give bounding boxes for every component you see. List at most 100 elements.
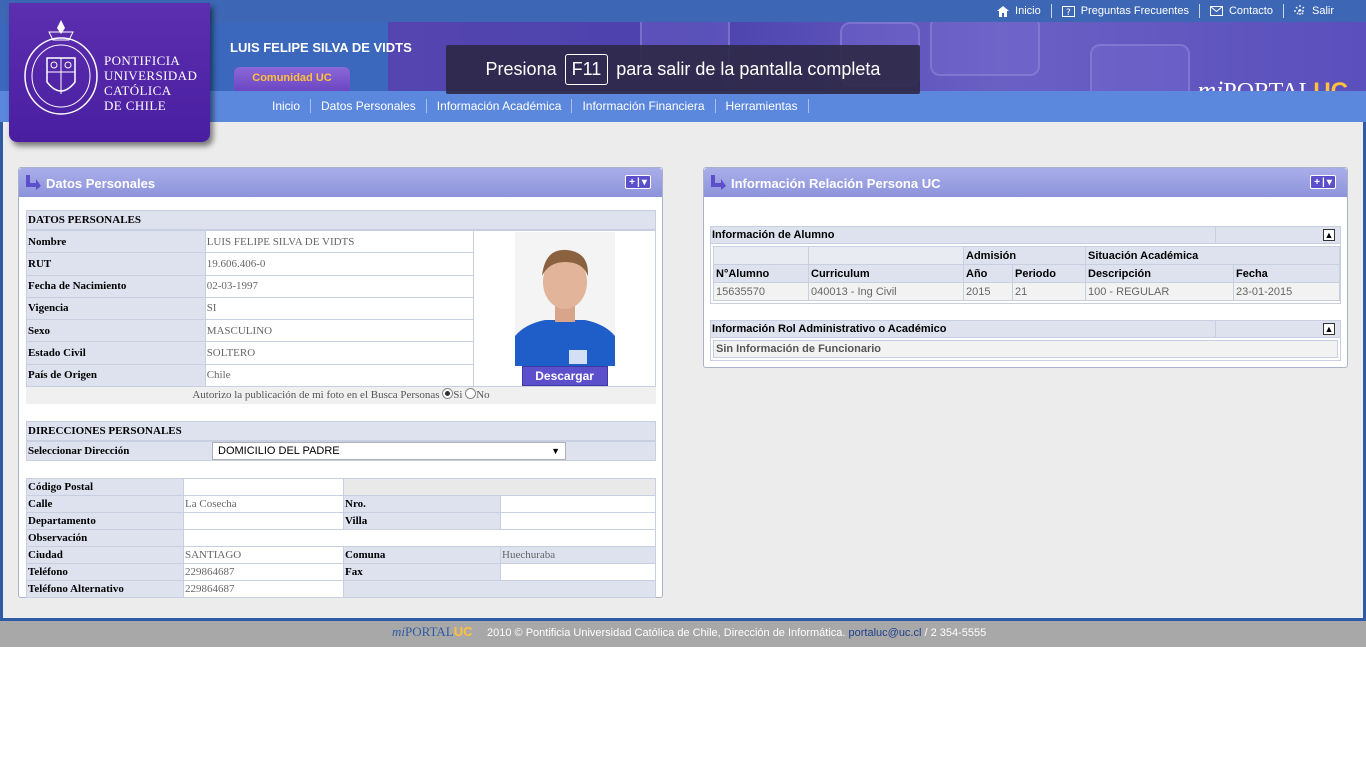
- column-header: Año: [963, 264, 1013, 283]
- address-value: La Cosecha: [183, 495, 344, 513]
- address-table: Código Postal Calle La Cosecha Nro. Depa…: [26, 478, 656, 598]
- top-link-contacto[interactable]: Contacto: [1198, 4, 1283, 18]
- address-value: 229864687: [183, 563, 344, 581]
- top-link-faq[interactable]: ? Preguntas Frecuentes: [1050, 4, 1199, 18]
- footer-text: 2010 © Pontificia Universidad Católica d…: [487, 627, 986, 639]
- field-label: Estado Civil: [26, 341, 206, 365]
- footer-brand: miPORTALUC: [392, 624, 473, 639]
- field-value: MASCULINO: [204, 319, 475, 343]
- nav-herramientas[interactable]: Herramientas: [716, 99, 809, 113]
- table-cell: 100 - REGULAR: [1085, 282, 1234, 301]
- group-situacion: Situación Académica: [1085, 246, 1340, 265]
- nav-informacion-financiera[interactable]: Información Financiera: [572, 99, 716, 113]
- top-link-inicio[interactable]: Inicio: [987, 4, 1051, 18]
- field-label: Fecha de Nacimiento: [26, 274, 206, 298]
- tab-comunidad-uc[interactable]: Comunidad UC: [234, 67, 350, 91]
- footer: miPORTALUC 2010 © Pontificia Universidad…: [0, 621, 1366, 647]
- top-link-contacto-label: Contacto: [1228, 5, 1273, 17]
- rol-section-title: Información Rol Administrativo o Académi…: [712, 323, 947, 335]
- address-label: Teléfono: [26, 563, 184, 581]
- table-cell: 040013 - Ing Civil: [808, 282, 964, 301]
- panel-header: Datos Personales + | ▾: [19, 168, 662, 197]
- direccion-select-value: DOMICILIO DEL PADRE: [218, 445, 340, 457]
- address-value: [183, 512, 344, 530]
- column-header: Fecha: [1233, 264, 1340, 283]
- address-label: Comuna: [343, 546, 501, 564]
- field-label: Sexo: [26, 319, 206, 343]
- field-label: País de Origen: [26, 363, 206, 388]
- keyboard-key-decoration: [930, 22, 1040, 76]
- alumno-section-title: Información de Alumno: [712, 229, 835, 241]
- fullscreen-notice: Presiona F11 para salir de la pantalla c…: [446, 45, 920, 94]
- field-label: Nombre: [26, 229, 206, 254]
- address-label: Código Postal: [26, 478, 184, 496]
- nav-inicio[interactable]: Inicio: [262, 99, 312, 113]
- footer-email-link[interactable]: portaluc@uc.cl: [849, 627, 922, 639]
- address-label: Ciudad: [26, 546, 184, 564]
- consent-no-label: No: [476, 389, 490, 401]
- nav-informacion-academica[interactable]: Información Académica: [427, 99, 573, 113]
- rol-section: Información Rol Administrativo o Académi…: [710, 320, 1341, 361]
- alumno-table: Admisión Situación Académica N°Alumno Cu…: [713, 246, 1340, 301]
- field-value: SI: [204, 296, 475, 321]
- content-area: Datos Personales + | ▾ DATOS PERSONALES No…: [3, 122, 1363, 618]
- top-link-inicio-label: Inicio: [1015, 5, 1041, 17]
- top-link-salir-label: Salir: [1311, 5, 1334, 17]
- personal-data-table: Nombre LUIS FELIPE SILVA DE VIDTS Descar…: [26, 229, 656, 388]
- top-link-salir[interactable]: Salir: [1282, 4, 1344, 18]
- svg-text:?: ?: [1066, 8, 1071, 17]
- arrow-down-right-icon: [711, 175, 726, 190]
- table-cell: 23-01-2015: [1233, 282, 1340, 301]
- help-icon: ?: [1061, 5, 1075, 17]
- download-photo-button[interactable]: Descargar: [521, 366, 608, 386]
- consent-yes-radio[interactable]: [442, 388, 454, 399]
- top-link-faq-label: Preguntas Frecuentes: [1080, 5, 1189, 17]
- section-direcciones: DIRECCIONES PERSONALES: [26, 421, 656, 441]
- field-value: 02-03-1997: [204, 274, 475, 298]
- photo-consent-text: Autorizo la publicación de mi foto en el…: [192, 389, 440, 401]
- column-header: Curriculum: [808, 264, 964, 283]
- consent-no-radio[interactable]: [465, 388, 477, 399]
- column-header: Descripción: [1085, 264, 1234, 283]
- panel-options-button[interactable]: + | ▾: [1310, 175, 1336, 189]
- address-label: Departamento: [26, 512, 184, 530]
- consent-yes-label: Si: [453, 389, 463, 401]
- university-logo[interactable]: PONTIFICIA UNIVERSIDAD CATÓLICA DE CHILE: [9, 3, 210, 142]
- photo-cell: Descargar: [473, 230, 656, 387]
- panel-title: Datos Personales: [46, 176, 156, 191]
- field-value: SOLTERO: [204, 341, 475, 365]
- direccion-select-row: Seleccionar Dirección DOMICILIO DEL PADR…: [26, 441, 656, 461]
- address-label: Observación: [26, 529, 184, 547]
- alumno-section: Información de Alumno ▲ Admisión Situaci…: [710, 226, 1341, 304]
- table-cell: 15635570: [713, 282, 809, 301]
- field-value: 19.606.406-0: [204, 252, 475, 276]
- arrow-down-right-icon: [26, 175, 41, 190]
- field-label: RUT: [26, 252, 206, 276]
- page-frame: Inicio ? Preguntas Frecuentes Contacto S…: [0, 0, 1366, 647]
- table-row: 15635570 040013 - Ing Civil 2015 21 100 …: [713, 282, 1340, 301]
- mail-icon: [1209, 6, 1223, 16]
- panel-header: Información Relación Persona UC + | ▾: [704, 168, 1347, 197]
- rol-message: Sin Información de Funcionario: [713, 340, 1338, 358]
- address-value: SANTIAGO: [183, 546, 344, 564]
- nav-datos-personales[interactable]: Datos Personales: [311, 99, 427, 113]
- direccion-select[interactable]: DOMICILIO DEL PADRE ▼: [212, 442, 566, 460]
- top-links: Inicio ? Preguntas Frecuentes Contacto S…: [987, 4, 1344, 18]
- address-value: 229864687: [183, 580, 344, 598]
- panel-title: Información Relación Persona UC: [731, 176, 941, 191]
- panel-datos-personales: Datos Personales + | ▾ DATOS PERSONALES No…: [18, 167, 663, 598]
- collapse-alumno-button[interactable]: ▲: [1323, 228, 1335, 241]
- column-header: N°Alumno: [713, 264, 809, 283]
- photo-consent-row: Autorizo la publicación de mi foto en el…: [26, 387, 656, 404]
- collapse-rol-button[interactable]: ▲: [1323, 322, 1335, 335]
- exit-icon: [1293, 5, 1306, 17]
- footer-copyright: 2010 © Pontificia Universidad Católica d…: [487, 627, 846, 639]
- address-label: Nro.: [343, 495, 501, 513]
- university-seal-icon: [24, 20, 98, 115]
- panel-relacion-persona: Información Relación Persona UC + | ▾ Info…: [703, 167, 1348, 368]
- student-photo: [514, 232, 615, 366]
- group-admision: Admisión: [963, 246, 1086, 265]
- panel-options-button[interactable]: + | ▾: [625, 175, 651, 189]
- keyboard-key-decoration: [1090, 44, 1190, 91]
- address-value: Huechuraba: [500, 546, 656, 564]
